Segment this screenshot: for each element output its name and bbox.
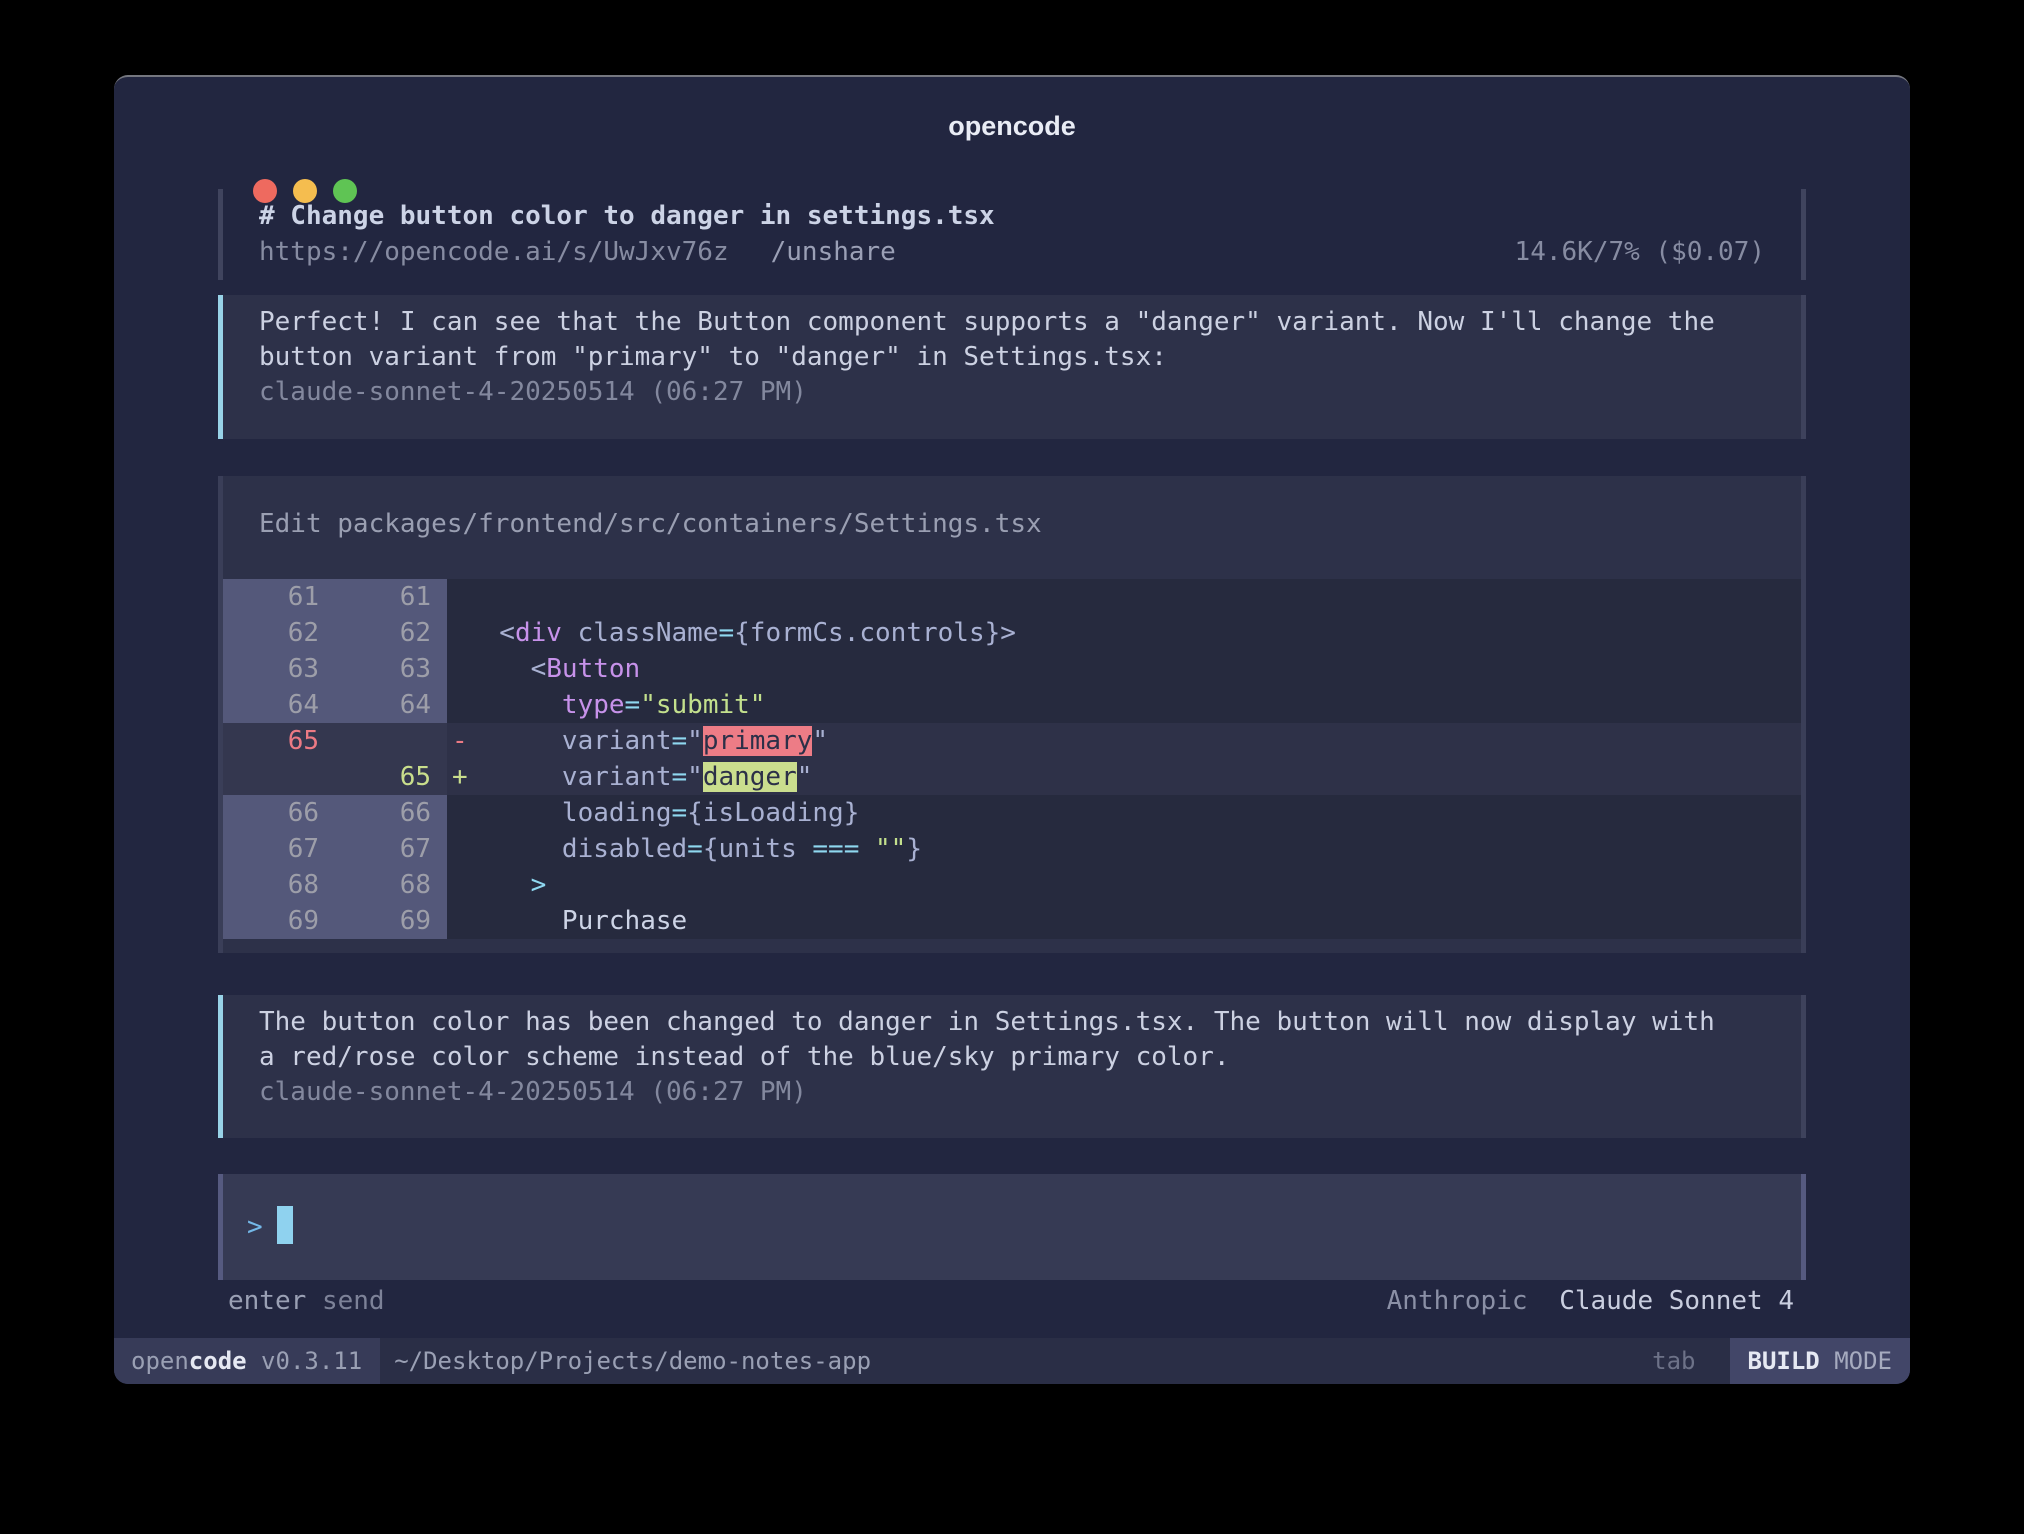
edit-tool-title: Edit packages/frontend/src/containers/Se… [223, 476, 1801, 542]
diff-row: 6161 [223, 579, 1801, 615]
app-name-open: open [131, 1347, 189, 1375]
edit-tool-block: Edit packages/frontend/src/containers/Se… [218, 476, 1806, 953]
unshare-command[interactable]: /unshare [771, 237, 896, 267]
model-info: Anthropic Claude Sonnet 4 [1387, 1283, 1794, 1319]
enter-key-hint: enter [228, 1286, 306, 1316]
send-action-label: send [322, 1286, 385, 1316]
old-line-number: 69 [223, 903, 335, 939]
message-line: button variant from "primary" to "danger… [259, 340, 1765, 375]
status-bar: opencode v0.3.11 ~/Desktop/Projects/demo… [114, 1338, 1910, 1384]
diff-row: 6767 disabled={units === ""} [223, 831, 1801, 867]
mode-suffix: MODE [1820, 1347, 1892, 1375]
message-meta: claude-sonnet-4-20250514 (06:27 PM) [259, 1075, 1765, 1110]
new-line-number: 64 [335, 687, 447, 723]
share-url-group: https://opencode.ai/s/UwJxv76z/unshare [259, 234, 896, 270]
diff-code-line: > [447, 867, 1801, 903]
new-line-number: 69 [335, 903, 447, 939]
diff-marker: - [452, 723, 468, 759]
assistant-message: Perfect! I can see that the Button compo… [218, 295, 1806, 439]
share-url-link[interactable]: https://opencode.ai/s/UwJxv76z [259, 237, 729, 267]
old-line-number: 62 [223, 615, 335, 651]
new-line-number: 67 [335, 831, 447, 867]
new-line-number [335, 723, 447, 759]
prompt-input[interactable]: > [218, 1174, 1806, 1280]
diff-row: 6262 <div className={formCs.controls}> [223, 615, 1801, 651]
diff-row: 65+ variant="danger" [223, 759, 1801, 795]
mode-chip[interactable]: BUILD MODE [1730, 1338, 1911, 1384]
diff-row: 65 - variant="primary" [223, 723, 1801, 759]
model-label: Claude Sonnet 4 [1559, 1286, 1794, 1316]
message-line: The button color has been changed to dan… [259, 1005, 1765, 1040]
old-line-number: 61 [223, 579, 335, 615]
diff-code-line: loading={isLoading} [447, 795, 1801, 831]
working-directory: ~/Desktop/Projects/demo-notes-app [394, 1347, 1652, 1375]
window-title: opencode [948, 111, 1076, 142]
new-line-number: 65 [335, 759, 447, 795]
app-name-code: code [189, 1347, 247, 1375]
diff-view: 61616262 <div className={formCs.controls… [223, 579, 1801, 939]
new-line-number: 63 [335, 651, 447, 687]
new-line-number: 61 [335, 579, 447, 615]
app-version-chip: opencode v0.3.11 [114, 1338, 380, 1384]
titlebar: opencode [114, 77, 1910, 147]
diff-code-line: <Button [447, 651, 1801, 687]
diff-code-line: + variant="danger" [447, 759, 1801, 795]
prompt-symbol: > [247, 1212, 263, 1242]
message-meta: claude-sonnet-4-20250514 (06:27 PM) [259, 375, 1765, 410]
app-version: v0.3.11 [247, 1347, 363, 1375]
session-title: # Change button color to danger in setti… [259, 198, 1765, 234]
mode-name: BUILD [1748, 1347, 1820, 1375]
session-header: # Change button color to danger in setti… [218, 189, 1806, 280]
old-line-number: 63 [223, 651, 335, 687]
diff-code-line: type="submit" [447, 687, 1801, 723]
diff-code-line: Purchase [447, 903, 1801, 939]
diff-row: 6666 loading={isLoading} [223, 795, 1801, 831]
assistant-message: The button color has been changed to dan… [218, 995, 1806, 1138]
new-line-number: 66 [335, 795, 447, 831]
diff-row: 6363 <Button [223, 651, 1801, 687]
old-line-number: 67 [223, 831, 335, 867]
provider-label: Anthropic [1387, 1286, 1528, 1316]
old-line-number: 64 [223, 687, 335, 723]
old-line-number [223, 759, 335, 795]
message-line: a red/rose color scheme instead of the b… [259, 1040, 1765, 1075]
tab-key-hint[interactable]: tab [1652, 1347, 1695, 1375]
diff-row: 6464 type="submit" [223, 687, 1801, 723]
opencode-window: opencode # Change button color to danger… [114, 75, 1910, 1384]
send-hint: enter send [228, 1283, 385, 1319]
diff-marker: + [452, 759, 468, 795]
message-line: Perfect! I can see that the Button compo… [259, 305, 1765, 340]
text-cursor [277, 1206, 293, 1244]
diff-row: 6868 > [223, 867, 1801, 903]
old-line-number: 68 [223, 867, 335, 903]
token-usage: 14.6K/7% ($0.07) [1515, 234, 1765, 270]
diff-code-line [447, 579, 1801, 615]
diff-code-line: disabled={units === ""} [447, 831, 1801, 867]
diff-row: 6969 Purchase [223, 903, 1801, 939]
footer-hints: enter send Anthropic Claude Sonnet 4 [218, 1283, 1806, 1319]
new-line-number: 68 [335, 867, 447, 903]
old-line-number: 66 [223, 795, 335, 831]
diff-code-line: <div className={formCs.controls}> [447, 615, 1801, 651]
diff-code-line: - variant="primary" [447, 723, 1801, 759]
new-line-number: 62 [335, 615, 447, 651]
old-line-number: 65 [223, 723, 335, 759]
